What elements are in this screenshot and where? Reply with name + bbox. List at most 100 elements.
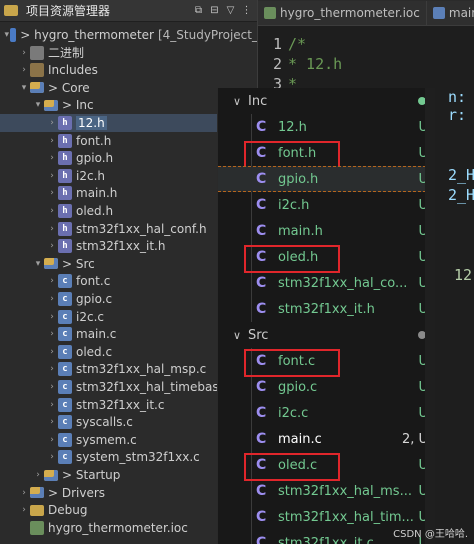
chevron-right-icon[interactable]: › [46,136,58,146]
tree-item[interactable]: › 二进制 [0,44,257,62]
folder-icon [30,504,44,516]
chevron-right-icon[interactable]: › [46,206,58,216]
c-file-icon: c [58,450,72,465]
chevron-right-icon[interactable]: › [46,364,58,374]
c-file-icon: c [58,432,72,447]
code-fragment: 2_H [448,186,474,204]
explorer-header: 项目资源管理器 ⧉ ⊟ ▽ ⋮ [0,0,257,22]
view-menu-icon[interactable]: ⋮ [240,4,253,17]
tree-item-label: oled.c [76,344,113,359]
chevron-right-icon[interactable]: › [32,470,44,480]
c-file-icon: c [58,380,72,394]
chevron-right-icon[interactable]: › [46,153,58,163]
chevron-right-icon[interactable]: › [46,347,58,357]
source-folder-icon [44,99,58,111]
tree-item-label: Debug [48,503,88,518]
c-language-icon: C [256,509,267,525]
chevron-right-icon[interactable]: › [46,276,58,286]
tab-ioc[interactable]: hygro_thermometer.ioc [258,1,427,25]
chevron-down-icon[interactable]: ▾ [18,83,30,93]
chevron-right-icon[interactable]: › [46,452,58,462]
vscode-file-row[interactable]: Ci2c.h U [218,192,435,218]
code-fragment: 12 [454,266,473,284]
editor-tabs: hygro_thermometer.ioc main. [258,0,474,26]
project-icon [9,28,17,42]
tree-item-label: font.c [76,274,111,289]
chevron-down-icon[interactable]: ▾ [4,30,10,40]
vscode-explorer-panel: ∨ Inc C 12.h U Cfont.h U Cgpio.h U Ci2c.h U Cmain.h… [217,88,435,544]
chevron-right-icon[interactable]: › [46,118,58,128]
chevron-right-icon[interactable]: › [46,188,58,198]
chevron-down-icon[interactable]: ▾ [32,259,44,269]
vscode-file-row[interactable]: Cgpio.h U [218,166,435,192]
collapse-all-icon[interactable]: ⊟ [208,4,221,17]
tree-item-label: gpio.h [76,151,114,166]
highlight-box [244,349,340,377]
vscode-file-row[interactable]: Cstm32f1xx_hal_ms... U [218,478,435,504]
chevron-down-icon[interactable]: ∨ [226,329,248,342]
vscode-folder-row[interactable]: ∨ Inc [218,88,435,114]
chevron-down-icon[interactable]: ∨ [226,95,248,108]
vscode-file-row[interactable]: Cmain.h U [218,218,435,244]
c-language-icon: C [256,197,267,213]
scrollbar[interactable] [425,88,435,544]
file-label: stm32f1xx_it.h [278,301,375,317]
code-line-2[interactable]: 2 * 12.h [258,54,342,74]
source-folder-icon [44,469,58,481]
chevron-right-icon[interactable]: › [46,241,58,251]
c-file-icon: c [58,415,72,430]
tree-item[interactable]: › Includes [0,61,257,79]
vscode-folder-row[interactable]: ∨ Src [218,322,435,348]
vscode-file-row[interactable]: Ci2c.c U [218,400,435,426]
link-with-editor-icon[interactable]: ⧉ [192,4,205,17]
vscode-file-row[interactable]: Cstm32f1xx_it.h U [218,296,435,322]
project-path-label: [4_StudyProject_ [157,28,258,42]
chevron-right-icon[interactable]: › [18,488,30,498]
c-language-icon: C [256,535,267,544]
file-label: i2c.h [278,197,310,213]
tree-item-label: i2c.c [76,309,104,324]
c-language-icon: C [256,275,267,291]
includes-icon [30,63,44,78]
chevron-right-icon[interactable]: › [18,65,30,75]
chevron-right-icon[interactable]: › [18,505,30,515]
line-number: 2 [272,55,282,73]
file-label: stm32f1xx_hal_tim... [278,509,414,525]
c-file-icon: c [58,309,72,324]
tree-item-label: 12.h [76,116,107,130]
tree-item[interactable]: ▾ > hygro_thermometer [4_StudyProject_ [0,26,258,44]
vscode-file-row[interactable]: C 12.h U [218,114,435,140]
vscode-file-row[interactable]: Cgpio.c U [218,374,435,400]
c-file-icon: c [58,344,72,359]
code-fragment: 2_H [448,166,474,184]
tree-item-label: > Inc [62,98,94,113]
code-text: /* [288,35,307,53]
filter-icon[interactable]: ▽ [224,4,237,17]
chevron-right-icon[interactable]: › [46,294,58,304]
code-line-1[interactable]: 1 /* [258,34,306,54]
vscode-file-row[interactable]: Cstm32f1xx_hal_co... U [218,270,435,296]
header-file-icon: h [58,133,72,148]
chevron-right-icon[interactable]: › [46,417,58,427]
chevron-right-icon[interactable]: › [46,382,58,392]
vscode-file-row[interactable]: Cmain.c 2, U [218,426,435,452]
chevron-right-icon[interactable]: › [46,435,58,445]
tree-item-label: gpio.c [76,292,113,306]
chevron-right-icon[interactable]: › [46,171,58,181]
tree-item-label: system_stm32f1xx.c [76,450,200,465]
ioc-file-icon [30,520,44,535]
chevron-right-icon[interactable]: › [46,400,58,410]
tree-item-label: > hygro_thermometer [20,28,154,42]
tree-item-label: stm32f1xx_hal_timebas [76,380,219,394]
watermark: CSDN @王哈哈. [393,529,468,540]
chevron-right-icon[interactable]: › [46,312,58,322]
chevron-right-icon[interactable]: › [18,48,30,58]
tab-main[interactable]: main. [426,1,474,25]
tree-item-label: > Drivers [48,485,106,500]
chevron-right-icon[interactable]: › [46,224,58,234]
line-number: 1 [272,35,282,53]
file-label: main.c [278,431,322,447]
chevron-right-icon[interactable]: › [46,329,58,339]
chevron-down-icon[interactable]: ▾ [32,100,44,110]
tree-item-label: > Startup [62,468,121,482]
